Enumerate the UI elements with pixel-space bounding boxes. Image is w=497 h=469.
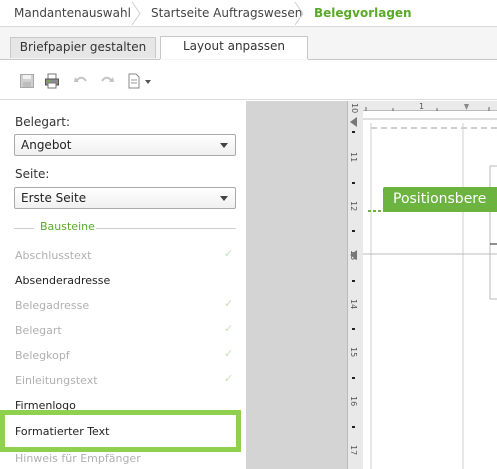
redo-icon[interactable]: [99, 73, 115, 89]
baustein-item-einleitungstext[interactable]: Einleitungstext: [15, 374, 98, 387]
belegart-label: Belegart:: [15, 115, 70, 129]
ruler-tick: [352, 280, 355, 282]
ruler-label: 10: [350, 103, 359, 114]
page-guides: [363, 118, 497, 469]
baustein-item-hinweis-fuer-empfaenger[interactable]: Hinweis für Empfänger: [15, 452, 141, 465]
breadcrumb: Mandantenauswahl Startseite Auftragswese…: [0, 0, 497, 27]
check-icon: ✓: [224, 372, 234, 385]
tab-bar: Briefpapier gestalten Layout anpassen: [0, 27, 497, 60]
breadcrumb-separator-icon: [294, 1, 304, 26]
section-divider: [96, 228, 236, 229]
breadcrumb-item-belegvorlagen: Belegvorlagen: [314, 6, 412, 20]
tag-connector: [368, 210, 384, 212]
ruler-label: 14: [349, 299, 358, 310]
baustein-item-absenderadresse[interactable]: Absenderadresse: [15, 274, 110, 287]
ruler-tick: [352, 426, 355, 428]
ruler-label: 15: [349, 347, 358, 358]
belegart-select[interactable]: Angebot: [14, 134, 236, 156]
seite-label: Seite:: [15, 167, 50, 181]
ruler-ticks: [365, 104, 490, 111]
ruler-tick: [352, 377, 355, 379]
tab-layout-anpassen[interactable]: Layout anpassen: [160, 36, 308, 59]
baustein-item-abschlusstext[interactable]: Abschlusstext: [15, 249, 91, 262]
breadcrumb-item-startseite[interactable]: Startseite Auftragswesen: [151, 0, 302, 27]
ruler-tick: [352, 328, 355, 330]
tab-briefpapier-gestalten[interactable]: Briefpapier gestalten: [10, 37, 156, 58]
check-icon: ✓: [224, 322, 234, 335]
ruler-label: 16: [349, 396, 358, 407]
document-icon[interactable]: [126, 73, 142, 89]
chevron-down-icon: [220, 196, 228, 201]
undo-icon[interactable]: [73, 73, 89, 89]
baustein-item-belegart[interactable]: Belegart: [15, 324, 62, 337]
check-icon: ✓: [224, 247, 234, 260]
breadcrumb-separator-icon: [131, 1, 141, 26]
belegart-select-value: Angebot: [21, 138, 72, 152]
breadcrumb-item-mandantenauswahl[interactable]: Mandantenauswahl: [14, 0, 131, 27]
toolbar: [0, 60, 497, 100]
section-divider: [14, 228, 34, 229]
save-icon[interactable]: [19, 73, 35, 89]
chevron-down-icon: [220, 143, 228, 148]
seite-select[interactable]: Erste Seite: [14, 187, 236, 209]
baustein-item-formatierter-text[interactable]: Formatierter Text: [0, 410, 241, 452]
dropdown-arrow-icon[interactable]: [143, 73, 153, 89]
check-icon: ✓: [224, 297, 234, 310]
check-icon: ✓: [224, 347, 234, 360]
baustein-item-belegkopf[interactable]: Belegkopf: [15, 349, 70, 362]
baustein-item-label: Formatierter Text: [15, 425, 110, 438]
print-icon[interactable]: [44, 73, 60, 89]
bausteine-heading: Bausteine: [40, 220, 95, 233]
margin-marker-icons[interactable]: [348, 114, 360, 264]
baustein-item-belegadresse[interactable]: Belegadresse: [15, 299, 89, 312]
positionsbereich-tag[interactable]: Positionsbere: [383, 187, 497, 212]
seite-select-value: Erste Seite: [21, 191, 87, 205]
ruler-label: 17: [349, 445, 358, 456]
canvas-background: [246, 101, 347, 469]
